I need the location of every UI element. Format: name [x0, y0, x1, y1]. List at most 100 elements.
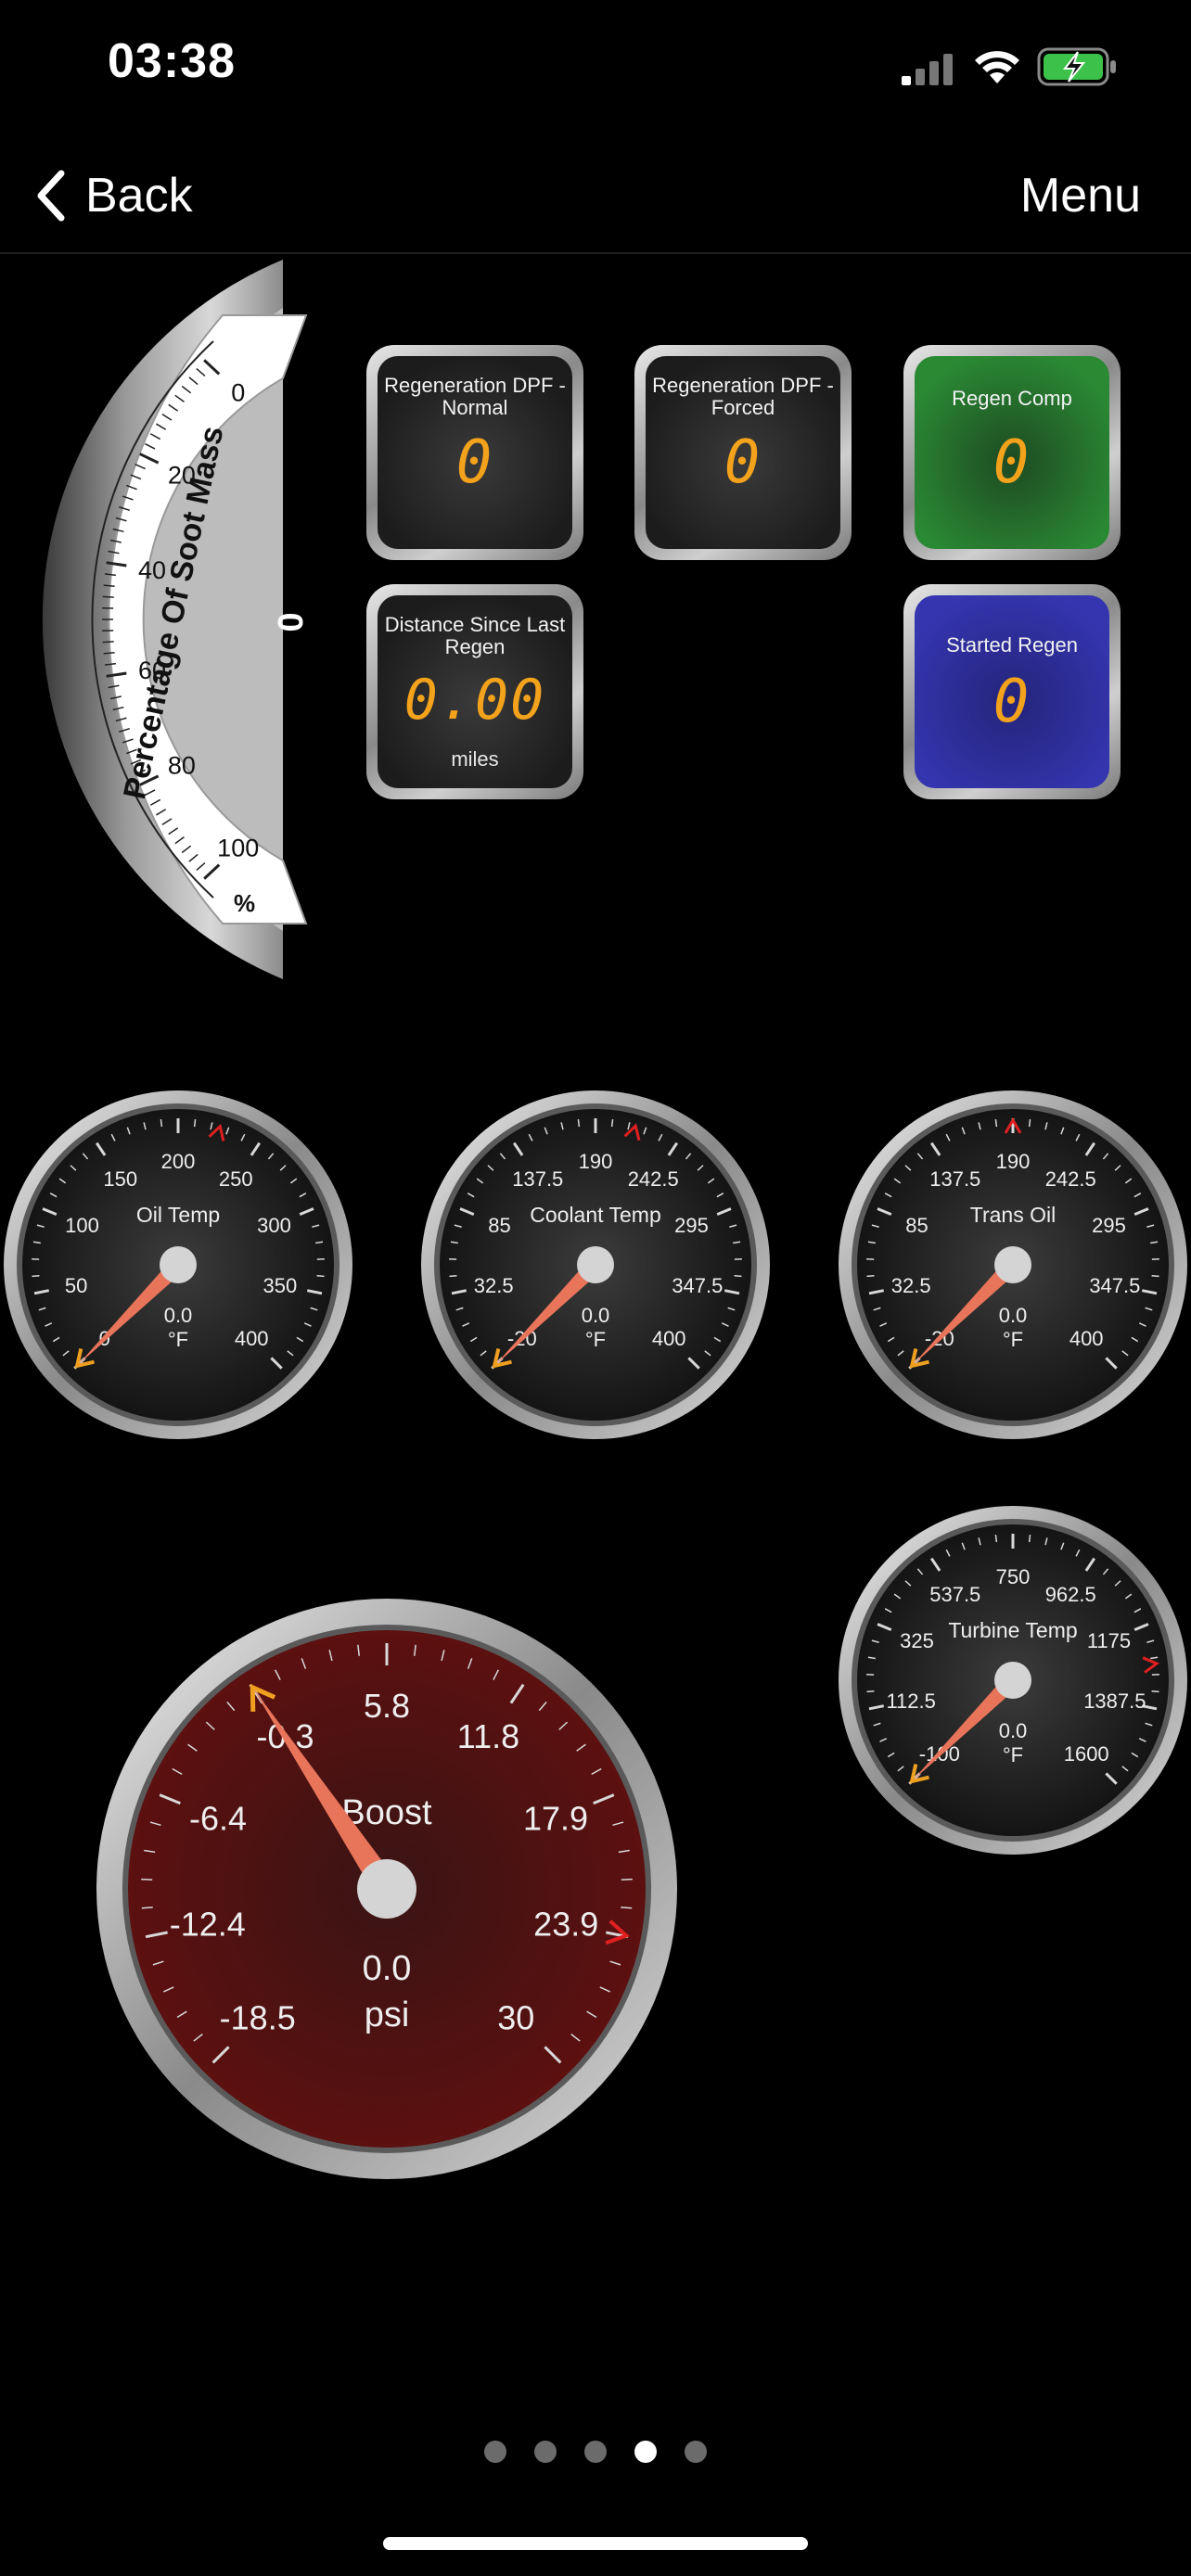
gauge-tick [32, 1275, 40, 1278]
gauge-title: Coolant Temp [530, 1203, 661, 1227]
gauge-tick-label: 537.5 [929, 1583, 980, 1606]
gauge-needle-hub [357, 1859, 416, 1919]
tile-face: Regeneration DPF - Normal 0 [378, 356, 572, 549]
gauge-tick [449, 1275, 457, 1278]
gauge-tick-label: 85 [905, 1214, 928, 1237]
soot-tick-label: 80 [168, 752, 196, 780]
gauge-tick-label: 17.9 [523, 1800, 588, 1838]
gauge-boost[interactable]: -18.5-12.4-6.4-0.35.811.817.923.930Boost… [95, 1597, 679, 2181]
gauge-oil-temp[interactable]: 050100150200250300350400Oil Temp0.0°F [2, 1089, 354, 1441]
tile-title: Regeneration DPF - Normal [384, 374, 566, 419]
gauge-tick-label: 347.5 [1089, 1274, 1140, 1297]
gauge-tick-label: 50 [65, 1274, 87, 1297]
gauge-needle-hub [994, 1246, 1031, 1283]
back-button[interactable]: Back [32, 163, 193, 228]
soot-tick [102, 595, 114, 598]
gauge-tick-label: -6.4 [189, 1800, 247, 1838]
gauge-tick [866, 1690, 875, 1693]
soot-gauge-value: 0 [270, 612, 309, 631]
gauge-tick-label: 85 [488, 1214, 510, 1237]
gauge-tick-label: 295 [1092, 1214, 1126, 1237]
tile-title: Distance Since Last Regen [384, 613, 566, 658]
chevron-left-icon [37, 170, 65, 222]
tile-regen-dpf-forced[interactable]: Regeneration DPF - Forced 0 [634, 345, 852, 560]
gauge-tick [994, 1535, 998, 1543]
gauge-title: Turbine Temp [948, 1618, 1077, 1642]
gauge-title: Oil Temp [136, 1203, 220, 1227]
page-dot[interactable] [484, 2441, 506, 2463]
gauge-tick-label: 100 [65, 1214, 99, 1237]
tile-title: Regen Comp [952, 387, 1072, 410]
gauge-tick [1028, 1535, 1031, 1543]
tile-face: Regeneration DPF - Forced 0 [646, 356, 840, 549]
page-dot[interactable] [634, 2441, 657, 2463]
gauge-needle-hub [577, 1246, 614, 1283]
gauge-value: 0.0 [363, 1949, 412, 1988]
gauge-tick [610, 1119, 614, 1128]
navigation-bar: Back Menu [0, 139, 1191, 254]
page-dot[interactable] [534, 2441, 557, 2463]
gauge-tick-label: 32.5 [474, 1274, 514, 1297]
gauge-unit: °F [168, 1328, 188, 1351]
soot-tick-label: 0 [231, 378, 245, 406]
gauge-tick-label: 1175 [1087, 1629, 1131, 1652]
tile-distance-since-last-regen[interactable]: Distance Since Last Regen 0.00 miles [366, 584, 583, 799]
gauge-tick-label: 242.5 [1045, 1167, 1096, 1191]
gauge-turbine-temp[interactable]: -100112.5325537.5750962.511751387.51600T… [837, 1504, 1189, 1856]
gauge-trans-oil[interactable]: -2032.585137.5190242.5295347.5400Trans O… [837, 1089, 1189, 1441]
gauge-tick-label: 190 [579, 1150, 613, 1173]
tile-title: Regeneration DPF - Forced [652, 374, 834, 419]
home-indicator[interactable] [383, 2537, 808, 2550]
tile-face: Regen Comp 0 [915, 356, 1109, 549]
gauge-tick [577, 1119, 581, 1128]
gauge-tick-label: 400 [1069, 1327, 1104, 1350]
tile-regen-dpf-normal[interactable]: Regeneration DPF - Normal 0 [366, 345, 583, 560]
tile-started-regen[interactable]: Started Regen 0 [903, 584, 1121, 799]
tile-value: 0 [724, 428, 762, 497]
gauge-tick-label: 350 [263, 1274, 297, 1297]
status-bar: 03:38 [0, 0, 1191, 139]
tile-value: 0 [992, 668, 1031, 736]
gauge-tick [141, 1906, 153, 1909]
page-dot[interactable] [685, 2441, 707, 2463]
gauge-unit: °F [585, 1328, 606, 1351]
gauge-tick [866, 1275, 875, 1278]
battery-charging-icon [1037, 47, 1116, 86]
tile-value: 0 [455, 428, 494, 497]
gauge-coolant-temp[interactable]: -2032.585137.5190242.5295347.5400Coolant… [419, 1089, 772, 1441]
gauge-tick-label: 347.5 [672, 1274, 723, 1297]
gauge-tick-label: 112.5 [886, 1690, 935, 1713]
gauge-tick-label: 325 [900, 1629, 934, 1652]
tile-title: Started Regen [946, 633, 1078, 657]
tile-regen-comp[interactable]: Regen Comp 0 [903, 345, 1121, 560]
gauge-tick-label: 150 [103, 1167, 137, 1191]
gauge-tick [1151, 1275, 1159, 1278]
gauge-tick-label: 400 [652, 1327, 686, 1350]
gauge-needle-hub [160, 1246, 197, 1283]
gauge-unit: °F [1003, 1328, 1023, 1351]
gauge-tick-label: 750 [996, 1565, 1031, 1588]
gauge-tick [734, 1275, 742, 1278]
gauge-value: 0.0 [999, 1304, 1028, 1327]
gauge-unit: °F [1003, 1743, 1023, 1766]
menu-button[interactable]: Menu [1020, 163, 1141, 228]
tile-value: 0.00 [403, 668, 546, 733]
page-dot[interactable] [584, 2441, 607, 2463]
gauge-tick-label: -12.4 [170, 1905, 246, 1943]
gauge-tick-label: 23.9 [533, 1905, 598, 1943]
soot-tick [102, 641, 114, 644]
gauge-tick-label: 250 [219, 1167, 253, 1191]
page-indicator[interactable] [0, 2441, 1191, 2463]
gauge-tick-label: 400 [235, 1327, 269, 1350]
soot-gauge-unit: % [234, 889, 255, 917]
gauge-tick-label: 1387.5 [1083, 1690, 1146, 1713]
gauge-needle-hub [994, 1662, 1031, 1699]
gauge-tick-label: -18.5 [220, 1998, 296, 2036]
gauge-tick [160, 1119, 163, 1128]
gauge-tick [193, 1119, 197, 1128]
gauge-tick [994, 1119, 998, 1128]
status-time: 03:38 [108, 34, 236, 88]
gauge-value: 0.0 [582, 1304, 610, 1327]
tile-unit: miles [451, 747, 499, 771]
gauge-tick-label: 30 [497, 1998, 534, 2036]
